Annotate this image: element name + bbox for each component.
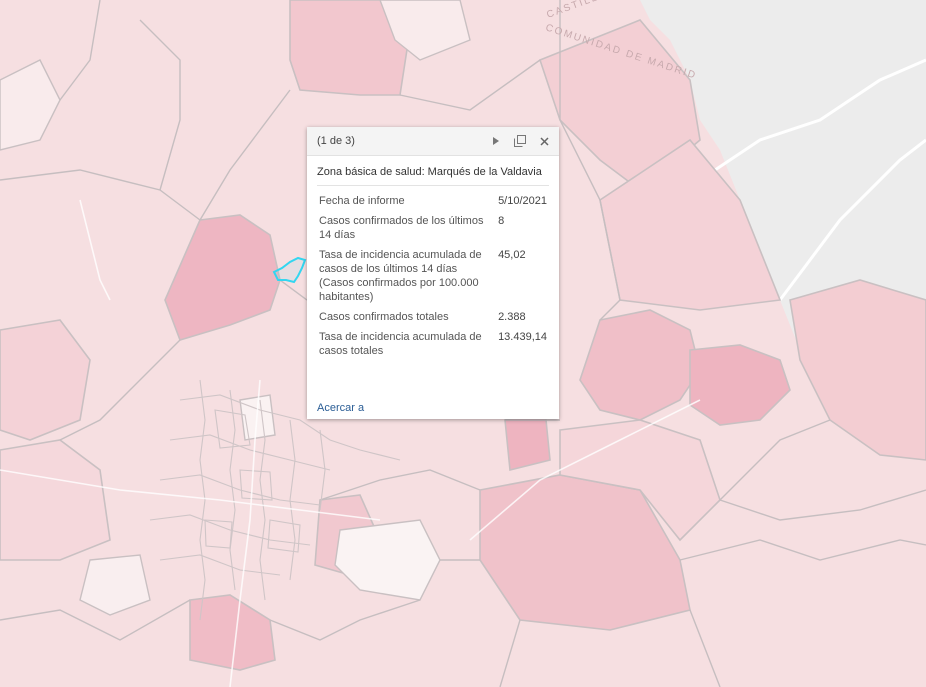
- dock-icon[interactable]: [513, 134, 527, 148]
- next-icon[interactable]: [489, 134, 503, 148]
- attribute-value: 8: [498, 215, 505, 227]
- table-row: Tasa de incidencia acumulada de casos to…: [317, 330, 549, 364]
- popup-title: Zona básica de salud: Marqués de la Vald…: [317, 166, 549, 186]
- attribute-value: 13.439,14: [498, 331, 547, 343]
- table-row: Casos confirmados totales 2.388: [317, 310, 549, 330]
- close-icon[interactable]: [537, 134, 551, 148]
- table-row: Fecha de informe 5/10/2021: [317, 194, 549, 214]
- attribute-table: Fecha de informe 5/10/2021 Casos confirm…: [317, 194, 549, 364]
- popup-body: Zona básica de salud: Marqués de la Vald…: [307, 156, 559, 364]
- popup-header: (1 de 3): [307, 127, 559, 156]
- table-row: Casos confirmados de los últimos 14 días…: [317, 214, 549, 248]
- attribute-value: 5/10/2021: [498, 195, 547, 207]
- zoom-to-link[interactable]: Acercar a: [317, 402, 364, 414]
- attribute-label: Casos confirmados de los últimos 14 días: [319, 215, 484, 241]
- attribute-label: Casos confirmados totales: [319, 311, 449, 323]
- attribute-label: Tasa de incidencia acumulada de casos to…: [319, 331, 482, 357]
- table-row: Tasa de incidencia acumulada de casos de…: [317, 248, 549, 310]
- attribute-label: Fecha de informe: [319, 195, 405, 207]
- attribute-label: Tasa de incidencia acumulada de casos de…: [319, 249, 482, 303]
- attribute-value: 2.388: [498, 311, 526, 323]
- feature-popup: (1 de 3) Zona básica de salud: Marqués d…: [307, 127, 559, 419]
- popup-pager: (1 de 3): [317, 135, 355, 147]
- attribute-value: 45,02: [498, 249, 526, 261]
